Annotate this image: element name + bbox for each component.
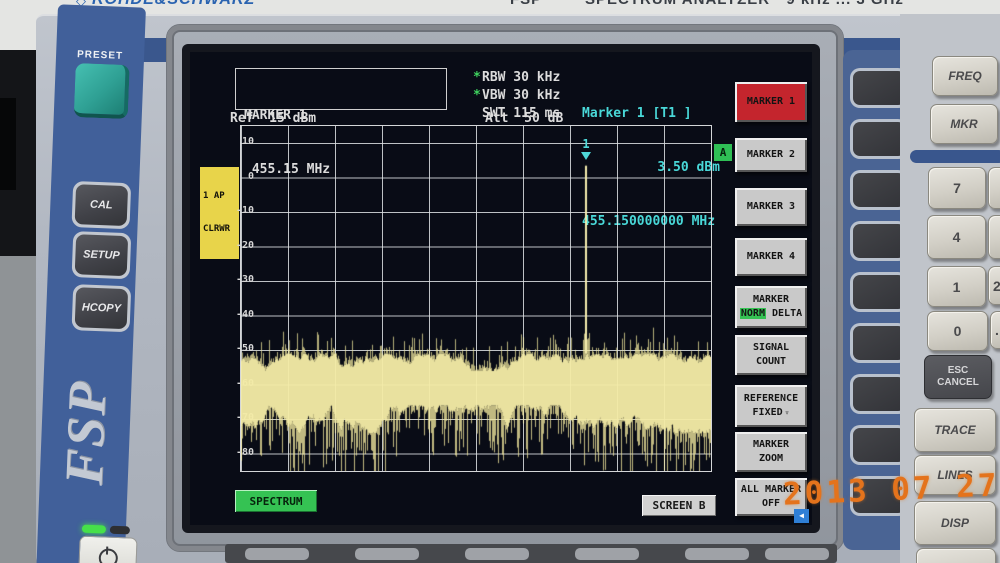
marker-readout-title: Marker 1 [T1 ] [582,106,692,121]
bottom-edge-key[interactable] [765,548,829,560]
softkey-marker-4[interactable]: MARKER 4 [735,238,807,276]
marker-1-symbol-icon [581,152,591,160]
lcd-screen: MARKER 1 455.15 MHz Ref 15 dBm Att 50 dB… [190,52,812,525]
key-5-partial[interactable] [988,215,1000,259]
key-1[interactable]: 1 [927,266,986,307]
power-button[interactable] [78,535,138,563]
preset-label: PRESET [76,49,124,62]
softkey-marker-3[interactable]: MARKER 3 [735,188,807,226]
power-icon [97,547,118,563]
background-wall [0,256,40,563]
hw-softkey-8[interactable] [853,428,905,462]
hcopy-key-well: HCOPY [71,284,132,333]
bottom-edge-key[interactable] [685,548,749,560]
softkey-marker-norm-delta[interactable]: MARKER NORM DELTA [735,286,807,328]
marker-1-label: 1 [582,137,590,151]
screen-b-button[interactable]: SCREEN B [642,495,716,516]
spectrum-trace-canvas [241,126,711,471]
key-4[interactable]: 4 [927,215,986,259]
setup-key-well: SETUP [71,231,132,280]
softkey-marker-zoom[interactable]: MARKER ZOOM [735,432,807,472]
trace-button[interactable]: TRACE [914,408,996,452]
key-dot-partial[interactable]: . [990,311,1000,349]
bandwidth-line: SWT 115 ms [482,106,561,121]
key-2-partial[interactable]: 2 [988,266,1000,305]
hw-softkey-1[interactable] [853,71,905,105]
bottom-edge-key[interactable] [465,548,529,560]
bottom-edge-key[interactable] [245,548,309,560]
esc-cancel-button[interactable]: ESC CANCEL [924,355,992,399]
key-0[interactable]: 0 [927,311,988,351]
freq-button[interactable]: FREQ [932,56,998,96]
bottom-edge-key[interactable] [575,548,639,560]
hw-softkey-4[interactable] [853,224,905,258]
disp-button[interactable]: DISP [914,501,996,545]
softkey-signal-count[interactable]: SIGNAL COUNT [735,335,807,375]
hw-softkey-6[interactable] [853,326,905,360]
screen-a-badge: A [714,144,732,161]
instrument-photo: ◇ ROHDE&SCHWARZ FSP SPECTRUM ANALYZER · … [0,0,1000,563]
hw-softkey-2[interactable] [853,122,905,156]
preset-button[interactable] [73,63,130,120]
bandwidth-line: *VBW 30 kHz [473,88,561,103]
down-caret-icon: ▿ [784,408,790,417]
setup-button[interactable]: SETUP [74,234,129,277]
power-led-green [81,524,107,534]
hcopy-button[interactable]: HCOPY [74,287,129,330]
hw-softkey-3[interactable] [853,173,905,207]
hw-softkey-7[interactable] [853,377,905,411]
hw-softkey-5[interactable] [853,275,905,309]
marker-field-box: MARKER 1 455.15 MHz [235,68,447,177]
standby-led [109,525,131,535]
softkey-marker-1[interactable]: MARKER 1 [735,82,807,122]
cal-button[interactable]: CAL [74,184,129,227]
bandwidth-line: *RBW 30 kHz [473,70,561,85]
ref-level-text: Ref 15 dBm [230,111,317,126]
key-8-partial[interactable] [988,167,1000,209]
bandwidth-block: *RBW 30 kHz *VBW 30 kHz SWT 115 ms [473,69,560,123]
spectrum-tab-button[interactable]: SPECTRUM [235,490,317,512]
mkr-button[interactable]: MKR [930,104,998,144]
file-button[interactable]: FILE [916,548,996,563]
panel-divider [910,150,1000,163]
softkey-marker-2[interactable]: MARKER 2 [735,138,807,172]
background-object [0,98,16,190]
bottom-key-strip [225,544,837,563]
bottom-edge-key[interactable] [355,548,419,560]
softkey-reference-fixed[interactable]: REFERENCE FIXED ▿ [735,385,807,427]
key-7[interactable]: 7 [928,167,986,209]
cal-key-well: CAL [71,181,132,230]
model-text: FSP [510,0,542,8]
model-title-text: SPECTRUM ANALYZER · 9 kHz ... 3 GHz [585,0,904,8]
